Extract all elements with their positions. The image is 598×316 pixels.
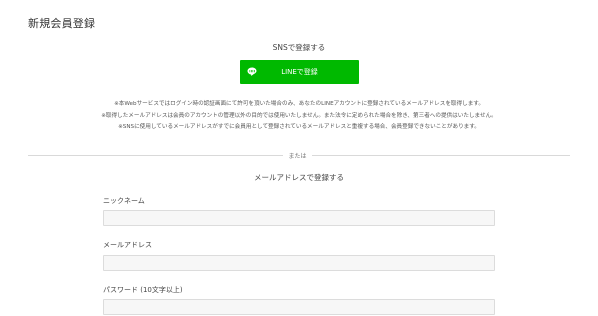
or-separator-text: または (288, 153, 307, 160)
password-input[interactable] (103, 299, 495, 315)
privacy-note: ※本Webサービスではログイン時の認証画面にて許可を頂いた場合のみ、あなたのLI… (114, 101, 484, 107)
nickname-input[interactable] (103, 210, 495, 226)
nickname-label: ニックネーム (103, 197, 145, 205)
privacy-notes: ※本Webサービスではログイン時の認証画面にて許可を頂いた場合のみ、あなたのLI… (0, 99, 598, 134)
divider-line-left (28, 155, 283, 156)
divider-line-right (312, 155, 570, 156)
email-label: メールアドレス (103, 241, 152, 249)
sns-register-heading: SNSで登録する (272, 43, 326, 52)
email-register-heading: メールアドレスで登録する (254, 173, 344, 182)
line-register-button[interactable]: LINEで登録 (240, 60, 359, 84)
password-label: パスワード (10文字以上) (103, 286, 183, 294)
line-register-button-label: LINEで登録 (281, 68, 318, 76)
line-chat-bubble-icon (247, 67, 257, 76)
privacy-note: ※取得したメールアドレスは会員のアカウントの管理以外の目的では使用いたしません。… (101, 112, 497, 119)
page-title: 新規会員登録 (28, 17, 96, 30)
privacy-note: ※SNSに使用しているメールアドレスがすでに会員用として登録されているメールアド… (118, 124, 480, 130)
registration-page: 新規会員登録 SNSで登録する LINEで登録 ※本Webサービスではログイン時… (0, 0, 598, 316)
email-input[interactable] (103, 255, 495, 271)
